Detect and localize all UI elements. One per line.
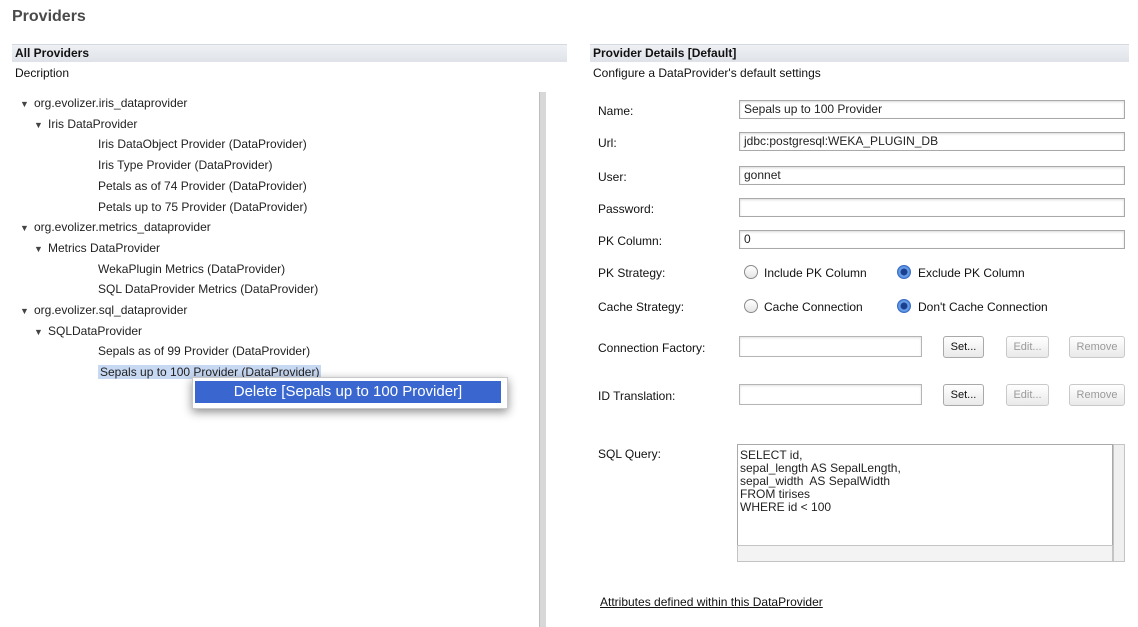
disclosure-triangle-icon[interactable]: ▼ [20, 302, 34, 320]
dont-cache-connection-label: Don't Cache Connection [918, 300, 1048, 314]
tree-item[interactable]: Iris DataObject Provider (DataProvider) [98, 135, 307, 153]
tree-item[interactable]: ▼ org.evolizer.metrics_dataprovider [20, 218, 211, 236]
id-translation-edit-button[interactable]: Edit... [1006, 384, 1049, 406]
context-menu-delete[interactable]: Delete [Sepals up to 100 Provider] [195, 381, 501, 403]
tree-item[interactable]: Petals up to 75 Provider (DataProvider) [98, 198, 307, 216]
tree-item-label: Iris DataObject Provider (DataProvider) [98, 137, 307, 151]
tree-item-label: Iris Type Provider (DataProvider) [98, 158, 273, 172]
disclosure-triangle-icon[interactable]: ▼ [34, 116, 48, 134]
tree-item-label: org.evolizer.iris_dataprovider [34, 96, 188, 110]
password-field[interactable] [739, 198, 1125, 217]
tree-scrollbar[interactable] [539, 92, 546, 627]
id-translation-set-button[interactable]: Set... [943, 384, 984, 406]
tree-item[interactable]: Iris Type Provider (DataProvider) [98, 156, 273, 174]
tree-item-label: SQL DataProvider Metrics (DataProvider) [98, 282, 319, 296]
tree-item[interactable]: ▼ org.evolizer.sql_dataprovider [20, 301, 187, 319]
name-field[interactable]: Sepals up to 100 Provider [739, 100, 1125, 119]
connection-factory-remove-button[interactable]: Remove [1069, 336, 1125, 358]
tree-item-label: org.evolizer.metrics_dataprovider [34, 220, 211, 234]
left-subtitle: Decription [15, 66, 70, 80]
tree-item[interactable]: ▼ Iris DataProvider [34, 115, 137, 133]
connection-factory-set-button[interactable]: Set... [943, 336, 984, 358]
cache-connection-radio[interactable] [744, 299, 758, 313]
include-pk-label: Include PK Column [764, 266, 867, 280]
user-label: User: [598, 170, 627, 184]
dont-cache-connection-radio[interactable] [897, 299, 911, 313]
tree-item-label: Metrics DataProvider [48, 241, 161, 255]
disclosure-triangle-icon[interactable]: ▼ [34, 323, 48, 341]
tree-item[interactable]: SQL DataProvider Metrics (DataProvider) [98, 280, 318, 298]
id-translation-label: ID Translation: [598, 389, 676, 403]
pk-strategy-label: PK Strategy: [598, 266, 666, 280]
disclosure-triangle-icon[interactable]: ▼ [20, 95, 34, 113]
provider-details-header: Provider Details [Default] [590, 44, 1129, 62]
cache-strategy-label: Cache Strategy: [598, 300, 685, 314]
tree-item[interactable]: ▼ org.evolizer.iris_dataprovider [20, 94, 187, 112]
id-translation-remove-button[interactable]: Remove [1069, 384, 1125, 406]
sql-vertical-scrollbar[interactable] [1113, 444, 1125, 562]
url-label: Url: [598, 136, 617, 150]
tree-item[interactable]: WekaPlugin Metrics (DataProvider) [98, 260, 285, 278]
connection-factory-label: Connection Factory: [598, 341, 706, 355]
url-field[interactable]: jdbc:postgresql:WEKA_PLUGIN_DB [739, 132, 1125, 151]
tree-item[interactable]: ▼ SQLDataProvider [34, 322, 142, 340]
context-menu: Delete [Sepals up to 100 Provider] [192, 377, 508, 409]
tree-item-label: SQLDataProvider [48, 324, 143, 338]
connection-factory-edit-button[interactable]: Edit... [1006, 336, 1049, 358]
tree-item-label: Sepals as of 99 Provider (DataProvider) [98, 344, 311, 358]
pk-column-label: PK Column: [598, 234, 663, 248]
disclosure-triangle-icon[interactable]: ▼ [34, 240, 48, 258]
all-providers-header: All Providers [12, 44, 567, 62]
tree-item[interactable]: ▼ Metrics DataProvider [34, 239, 160, 257]
tree-item-label: org.evolizer.sql_dataprovider [34, 303, 188, 317]
tree-item[interactable]: Petals as of 74 Provider (DataProvider) [98, 177, 307, 195]
user-field[interactable]: gonnet [739, 166, 1125, 185]
disclosure-triangle-icon[interactable]: ▼ [20, 219, 34, 237]
right-subtitle: Configure a DataProvider's default setti… [593, 66, 821, 80]
connection-factory-field[interactable] [739, 336, 922, 357]
password-label: Password: [598, 202, 655, 216]
id-translation-field[interactable] [739, 384, 922, 405]
tree-item-label: WekaPlugin Metrics (DataProvider) [98, 262, 286, 276]
exclude-pk-label: Exclude PK Column [918, 266, 1025, 280]
cache-connection-label: Cache Connection [764, 300, 863, 314]
tree-item[interactable]: Sepals as of 99 Provider (DataProvider) [98, 342, 310, 360]
tree-item-label: Iris DataProvider [48, 117, 138, 131]
tree-item-label: Petals up to 75 Provider (DataProvider) [98, 200, 308, 214]
page-title: Providers [12, 8, 86, 25]
tree-item-label: Petals as of 74 Provider (DataProvider) [98, 179, 307, 193]
pk-column-field[interactable]: 0 [739, 230, 1125, 249]
name-label: Name: [598, 104, 634, 118]
include-pk-radio[interactable] [744, 265, 758, 279]
exclude-pk-radio[interactable] [897, 265, 911, 279]
sql-query-label: SQL Query: [598, 447, 661, 461]
attributes-link[interactable]: Attributes defined within this DataProvi… [600, 595, 823, 609]
sql-horizontal-scrollbar[interactable] [737, 545, 1113, 562]
